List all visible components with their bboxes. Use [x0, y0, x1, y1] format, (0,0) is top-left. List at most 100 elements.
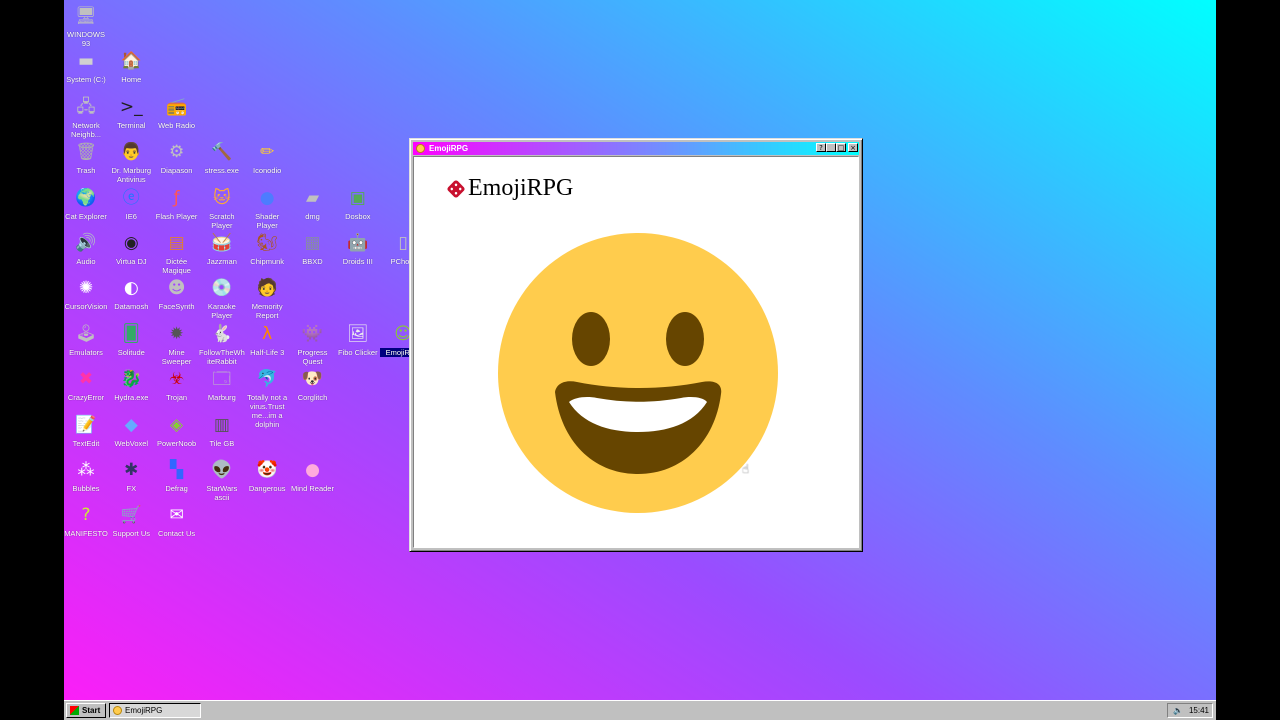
desktop-icon-shader-player[interactable]: ● Shader Player	[244, 186, 290, 230]
desktop-icon-mine-sweeper[interactable]: ✹ Mine Sweeper	[154, 322, 200, 366]
desktop-icon-fibo-clicker[interactable]: 🖼 Fibo Clicker	[335, 322, 381, 357]
desktop-icon-totally-not-a-virus-trust-me-im-a-dolphin[interactable]: 🐬 Totally not a virus.Trust me...im a dol…	[244, 367, 290, 429]
smiley-icon	[416, 144, 425, 153]
desktop-icon-solitude[interactable]: 🂠 Solitude	[108, 322, 154, 357]
close-button[interactable]: ×	[848, 143, 858, 152]
desktop-icon-cat-explorer[interactable]: 🌍 Cat Explorer	[64, 186, 109, 221]
window-titlebar[interactable]: EmojiRPG ? _ □ ×	[413, 142, 859, 155]
manifesto-icon: ?	[81, 505, 91, 526]
flash-player-icon: ƒ	[173, 187, 180, 208]
taskbar-item-emojirpg[interactable]: EmojiRPG	[109, 703, 201, 718]
network-neighb-icon: 🖧	[76, 96, 96, 117]
maximize-button[interactable]: □	[836, 143, 846, 152]
desktop-icon-virtua-dj[interactable]: ◉ Virtua DJ	[108, 231, 154, 266]
desktop-icon-diapason[interactable]: ⚙ Diapason	[154, 140, 200, 175]
desktop-icon-web-radio[interactable]: 📻 Web Radio	[154, 95, 200, 130]
desktop-icon-label: FX	[126, 484, 137, 493]
bbxd-icon: ▦	[304, 233, 321, 253]
desktop-icon-dosbox[interactable]: ▣ Dosbox	[335, 186, 381, 221]
start-logo-icon	[70, 706, 79, 715]
desktop-icon-dict-e-magique[interactable]: ▤ Dictée Magique	[154, 231, 200, 275]
start-button[interactable]: Start	[66, 703, 106, 718]
desktop-icon-label: Datamosh	[114, 302, 149, 312]
desktop-icon-label: Home	[121, 75, 142, 85]
bubbles-icon: ⁂	[77, 460, 95, 480]
desktop-icon-label: Karaoke Player	[207, 302, 236, 321]
desktop-icon-emulators[interactable]: 🕹 Emulators	[64, 322, 109, 357]
system-tray: 🔈 15:41	[1167, 703, 1213, 718]
desktop-icon-starwars-ascii[interactable]: 👽 StarWars ascii	[199, 458, 245, 502]
desktop-icon-dr-marburg-antivirus[interactable]: 👨 Dr. Marburg Antivirus	[108, 140, 154, 184]
emojirpg-window[interactable]: EmojiRPG ? _ □ × EmojiRPG	[409, 138, 863, 552]
desktop-icon-crazyerror[interactable]: ✖ CrazyError	[64, 367, 109, 402]
grinning-face-emoji[interactable]	[497, 232, 779, 514]
desktop-icon-droids-iii[interactable]: 🤖 Droids III	[335, 231, 381, 266]
desktop-icon-memority-report[interactable]: 🧑 Memority Report	[244, 276, 290, 320]
desktop-icon-scratch-player[interactable]: 🐱 Scratch Player	[199, 186, 245, 230]
desktop-icon-cursorvision[interactable]: ✺ CursorVision	[64, 276, 109, 311]
desktop-icon-ie6[interactable]: ⓔ IE6	[108, 186, 154, 221]
desktop-icon-label: Mind Reader	[291, 484, 334, 493]
dice-icon	[446, 178, 466, 199]
desktop-icon-corglitch[interactable]: 🐶 Corglitch	[290, 367, 336, 402]
desktop-icon-contact-us[interactable]: ✉ Contact Us	[154, 503, 200, 538]
support-us-icon: 🛒	[120, 505, 142, 526]
emoji-right-eye	[666, 312, 704, 366]
desktop-icon-home[interactable]: 🏠 Home	[108, 49, 154, 84]
desktop-icon-trash[interactable]: 🗑 Trash	[64, 140, 109, 175]
dr-marburg-antivirus-icon: 👨	[120, 142, 142, 163]
desktop-icon-windows-93[interactable]: 🖥 WINDOWS 93	[64, 4, 109, 48]
desktop-icon-facesynth[interactable]: ☻ FaceSynth	[154, 276, 200, 311]
desktop-icon-jazzman[interactable]: 🥁 Jazzman	[199, 231, 245, 266]
desktop-icon-defrag[interactable]: ▚ Defrag	[154, 458, 200, 493]
desktop-icon-bbxd[interactable]: ▦ BBXD	[290, 231, 336, 266]
defrag-icon: ▚	[170, 460, 184, 480]
desktop-icon-stress-exe[interactable]: 🔨 stress.exe	[199, 140, 245, 175]
desktop-icon-dmg[interactable]: ▰ dmg	[290, 186, 336, 221]
desktop-icon-system-c[interactable]: ▬ System (C:)	[64, 49, 109, 84]
desktop-icon-datamosh[interactable]: ◐ Datamosh	[108, 276, 154, 311]
desktop-icon-support-us[interactable]: 🛒 Support Us	[108, 503, 154, 538]
desktop-icon-karaoke-player[interactable]: 💿 Karaoke Player	[199, 276, 245, 320]
desktop-icon-tile-gb[interactable]: ▥ Tile GB	[199, 413, 245, 448]
desktop-icon-label: Trash	[76, 166, 96, 176]
contact-us-icon: ✉	[169, 505, 184, 526]
minimize-button[interactable]: _	[826, 143, 836, 152]
desktop-icon-label: Dosbox	[345, 211, 371, 221]
mine-sweeper-icon: ✹	[169, 323, 184, 344]
desktop-icon-mind-reader[interactable]: ● Mind Reader	[290, 458, 336, 493]
desktop-icon-manifesto[interactable]: ? MANIFESTO	[64, 503, 109, 538]
desktop-icon-label: stress.exe	[204, 166, 239, 176]
desktop-icon-progress-quest[interactable]: 👾 Progress Quest	[290, 322, 336, 366]
desktop-icon-audio[interactable]: 🔊 Audio	[64, 231, 109, 266]
terminal-icon: >_	[119, 96, 143, 117]
desktop-icon-hydra-exe[interactable]: 🐉 Hydra.exe	[108, 367, 154, 402]
desktop-icon-textedit[interactable]: 📝 TextEdit	[64, 413, 109, 448]
volume-icon[interactable]: 🔈	[1173, 706, 1183, 715]
fx-icon: ✱	[124, 460, 139, 480]
desktop-icon-bubbles[interactable]: ⁂ Bubbles	[64, 458, 109, 493]
desktop-icon-half-life-3[interactable]: λ Half-Life 3	[244, 322, 290, 357]
desktop-icon-webvoxel[interactable]: ◆ WebVoxel	[108, 413, 154, 448]
dosbox-icon: ▣	[349, 187, 366, 208]
help-button[interactable]: ?	[816, 143, 826, 152]
desktop-icon-dangerous[interactable]: 🤡 Dangerous	[244, 458, 290, 493]
desktop-icon-followthewhiterabbit[interactable]: 🐇 FollowTheWhiteRabbit	[199, 322, 245, 366]
desktop-icon-powernoob[interactable]: ◈ PowerNoob	[154, 413, 200, 448]
desktop-icon-trojan[interactable]: ☣ Trojan	[154, 367, 200, 402]
desktop-icon-label: Mine Sweeper	[161, 347, 192, 366]
webvoxel-icon: ◆	[124, 414, 138, 435]
droids-iii-icon: 🤖	[347, 233, 369, 253]
desktop-icon-iconodio[interactable]: ✏ Iconodio	[244, 140, 290, 175]
desktop-icon-flash-player[interactable]: ƒ Flash Player	[154, 186, 200, 221]
desktop-icon-label: Dr. Marburg Antivirus	[111, 166, 152, 185]
desktop-icon-chipmunk[interactable]: 🐿 Chipmunk	[244, 231, 290, 266]
shader-player-icon: ●	[259, 187, 275, 208]
dict-e-magique-icon: ▤	[168, 233, 185, 253]
desktop-icon-fx[interactable]: ✱ FX	[108, 458, 154, 493]
desktop-icon-label: Trojan	[166, 393, 188, 403]
desktop-icon-label: Marburg	[207, 393, 236, 403]
desktop-icon-terminal[interactable]: >_ Terminal	[108, 95, 154, 130]
desktop-icon-marburg[interactable]: 🗔 Marburg	[199, 367, 245, 402]
desktop-icon-network-neighb[interactable]: 🖧 Network Neighb...	[64, 95, 109, 139]
